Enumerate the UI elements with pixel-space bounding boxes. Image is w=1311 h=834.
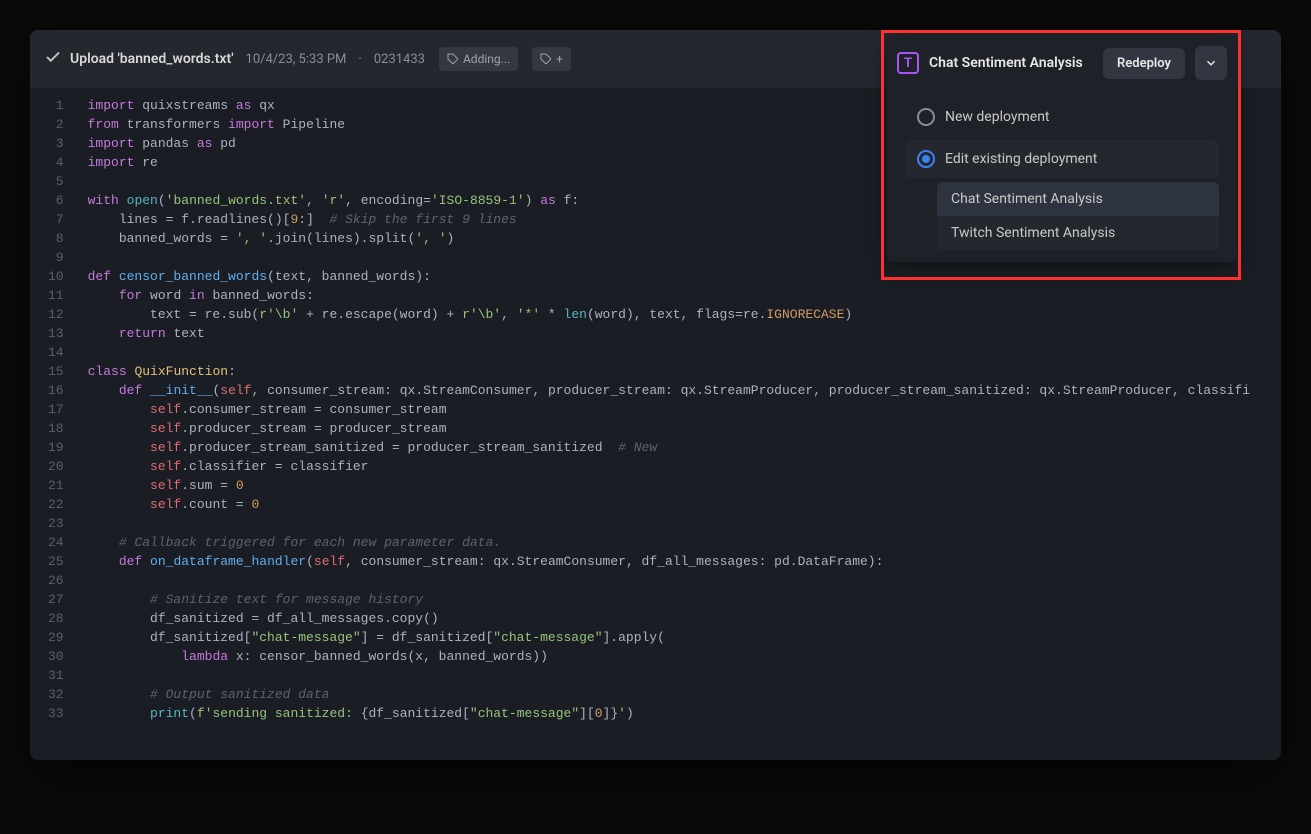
panel-header: T Chat Sentiment Analysis Redeploy xyxy=(887,36,1237,94)
deploy-item-twitch[interactable]: Twitch Sentiment Analysis xyxy=(937,216,1219,250)
radio-new-label: New deployment xyxy=(945,109,1050,125)
tag-adding-label: Adding... xyxy=(463,52,510,66)
commit-title: Upload 'banned_words.txt' xyxy=(70,51,234,67)
radio-on-icon xyxy=(917,150,935,168)
deploy-panel: T Chat Sentiment Analysis Redeploy New d… xyxy=(887,36,1237,262)
radio-off-icon xyxy=(917,108,935,126)
redeploy-button[interactable]: Redeploy xyxy=(1103,48,1185,79)
commit-sep: · xyxy=(358,52,361,67)
commit-date: 10/4/23, 5:33 PM xyxy=(246,52,347,67)
radio-group: New deployment Edit existing deployment xyxy=(887,98,1237,178)
chevron-down-button[interactable] xyxy=(1195,46,1227,80)
radio-edit-label: Edit existing deployment xyxy=(945,151,1097,167)
check-icon xyxy=(44,48,62,70)
deployment-list: Chat Sentiment Analysis Twitch Sentiment… xyxy=(937,182,1219,250)
line-gutter: 1234567891011121314151617181920212223242… xyxy=(30,88,76,760)
radio-edit-deployment[interactable]: Edit existing deployment xyxy=(905,140,1219,178)
tag-adding-button[interactable]: Adding... xyxy=(439,47,518,71)
deploy-item-chat[interactable]: Chat Sentiment Analysis xyxy=(937,182,1219,216)
commit-hash: 0231433 xyxy=(374,52,425,67)
editor-window: Upload 'banned_words.txt' 10/4/23, 5:33 … xyxy=(30,30,1281,760)
project-badge: T xyxy=(897,52,919,74)
panel-title: Chat Sentiment Analysis xyxy=(929,55,1093,71)
tag-plus-label: + xyxy=(556,52,563,66)
tag-add-button[interactable]: + xyxy=(532,47,571,71)
radio-new-deployment[interactable]: New deployment xyxy=(905,98,1219,136)
